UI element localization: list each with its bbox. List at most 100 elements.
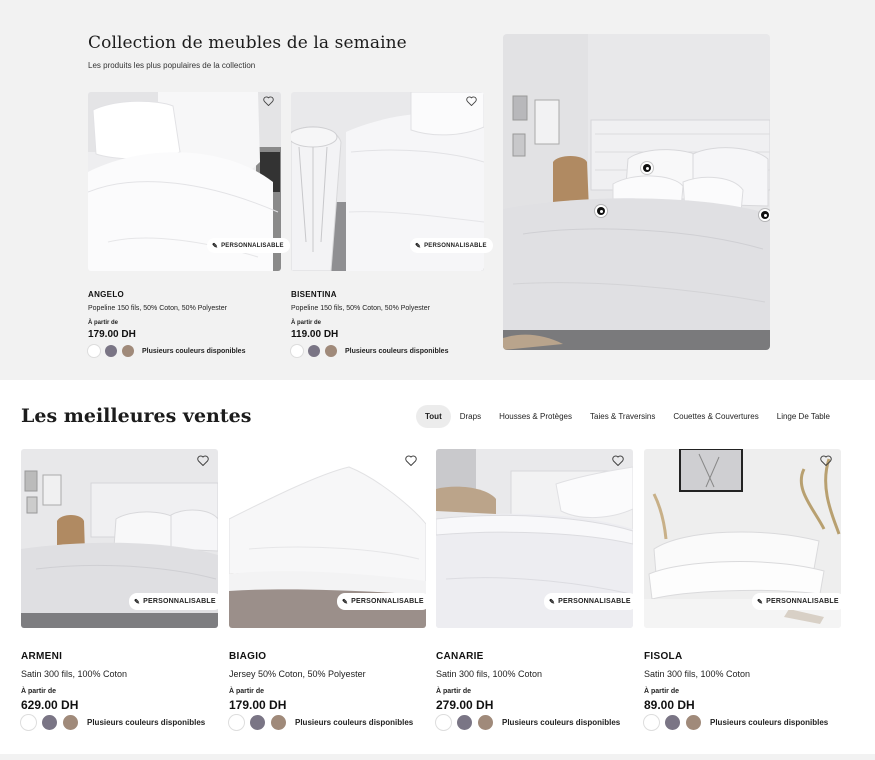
magic-wand-icon: ✎	[212, 242, 219, 250]
color-swatches: Plusieurs couleurs disponibles	[21, 715, 205, 730]
product-card-biagio[interactable]: ✎ PERSONNALISABLE BIAGIO Jersey 50% Coto…	[229, 449, 430, 734]
magic-wand-icon: ✎	[415, 242, 422, 250]
swatch-white[interactable]	[229, 715, 244, 730]
heart-icon[interactable]	[263, 96, 277, 110]
price-from-label: À partir de	[88, 320, 119, 326]
customizable-badge: ✎ PERSONNALISABLE	[337, 593, 430, 610]
bestsellers-section: Les meilleures ventes Tout Draps Housses…	[0, 380, 875, 754]
swatch-white[interactable]	[644, 715, 659, 730]
product-card-fisola[interactable]: ✎ PERSONNALISABLE FISOLA Satin 300 fils,…	[644, 449, 845, 734]
hotspot-dot-icon[interactable]	[595, 205, 607, 217]
featured-title: Collection de meubles de la semaine	[88, 33, 407, 53]
swatch-grey[interactable]	[42, 715, 57, 730]
color-swatches: Plusieurs couleurs disponibles	[644, 715, 828, 730]
product-description: Jersey 50% Coton, 50% Polyester	[229, 669, 366, 679]
product-name[interactable]: ARMENI	[21, 651, 62, 662]
customizable-badge: ✎ PERSONNALISABLE	[544, 593, 637, 610]
price-from-label: À partir de	[644, 688, 680, 695]
product-description: Satin 300 fils, 100% Coton	[21, 669, 128, 679]
swatch-white[interactable]	[291, 345, 303, 357]
tab-draps[interactable]: Draps	[451, 405, 490, 428]
badge-label: PERSONNALISABLE	[558, 598, 631, 605]
product-card-canarie[interactable]: ✎ PERSONNALISABLE CANARIE Satin 300 fils…	[436, 449, 637, 734]
swatch-grey[interactable]	[105, 345, 117, 357]
swatch-grey[interactable]	[308, 345, 320, 357]
swatch-grey[interactable]	[457, 715, 472, 730]
swatch-taupe[interactable]	[686, 715, 701, 730]
swatch-grey[interactable]	[250, 715, 265, 730]
product-name[interactable]: CANARIE	[436, 651, 484, 662]
swatch-taupe[interactable]	[325, 345, 337, 357]
tab-tout[interactable]: Tout	[416, 405, 451, 428]
swatch-taupe[interactable]	[478, 715, 493, 730]
product-description: Satin 300 fils, 100% Coton	[436, 669, 543, 679]
product-name[interactable]: BIAGIO	[229, 651, 266, 662]
hotspot-dot-icon[interactable]	[641, 162, 653, 174]
product-description: Popeline 150 fils, 50% Coton, 50% Polyes…	[291, 305, 430, 312]
category-tabs: Tout Draps Housses & Protèges Taies & Tr…	[416, 405, 839, 428]
featured-subtitle: Les produits les plus populaires de la c…	[88, 61, 256, 70]
price-from-label: À partir de	[436, 688, 472, 695]
product-price: 179.00 DH	[229, 698, 287, 712]
colors-available-label: Plusieurs couleurs disponibles	[502, 718, 621, 727]
product-price: 119.00 DH	[291, 329, 339, 340]
heart-icon[interactable]	[612, 455, 626, 469]
product-name[interactable]: BISENTINA	[291, 290, 337, 299]
tab-couettes-couvertures[interactable]: Couettes & Couvertures	[664, 405, 767, 428]
swatch-grey[interactable]	[665, 715, 680, 730]
featured-section: Collection de meubles de la semaine Les …	[0, 0, 875, 380]
colors-available-label: Plusieurs couleurs disponibles	[87, 718, 206, 727]
product-card-armeni[interactable]: ✎ PERSONNALISABLE ARMENI Satin 300 fils,…	[21, 449, 222, 734]
product-description: Satin 300 fils, 100% Coton	[644, 669, 751, 679]
tab-linge-de-table[interactable]: Linge De Table	[768, 405, 839, 428]
section-divider	[0, 754, 875, 760]
product-price: 89.00 DH	[644, 698, 695, 712]
swatch-white[interactable]	[436, 715, 451, 730]
price-from-label: À partir de	[291, 320, 322, 326]
badge-label: PERSONNALISABLE	[424, 242, 487, 249]
product-name[interactable]: ANGELO	[88, 290, 124, 299]
badge-label: PERSONNALISABLE	[221, 242, 284, 249]
magic-wand-icon: ✎	[134, 598, 141, 606]
colors-available-label: Plusieurs couleurs disponibles	[142, 347, 246, 355]
tab-taies-traversins[interactable]: Taies & Traversins	[581, 405, 664, 428]
colors-available-label: Plusieurs couleurs disponibles	[710, 718, 829, 727]
magic-wand-icon: ✎	[549, 598, 556, 606]
product-name[interactable]: FISOLA	[644, 651, 682, 662]
customizable-badge: ✎ PERSONNALISABLE	[207, 238, 290, 253]
colors-available-label: Plusieurs couleurs disponibles	[345, 347, 449, 355]
product-price: 279.00 DH	[436, 698, 494, 712]
color-swatches: Plusieurs couleurs disponibles	[436, 715, 620, 730]
heart-icon[interactable]	[197, 455, 211, 469]
swatch-taupe[interactable]	[271, 715, 286, 730]
color-swatches: Plusieurs couleurs disponibles	[291, 345, 448, 357]
product-card-angelo[interactable]: ✎ PERSONNALISABLE ANGELO Popeline 150 fi…	[88, 92, 290, 362]
swatch-taupe[interactable]	[63, 715, 78, 730]
heart-icon[interactable]	[405, 455, 419, 469]
product-price: 629.00 DH	[21, 698, 79, 712]
customizable-badge: ✎ PERSONNALISABLE	[410, 238, 493, 253]
price-from-label: À partir de	[21, 688, 57, 695]
magic-wand-icon: ✎	[342, 598, 349, 606]
swatch-taupe[interactable]	[122, 345, 134, 357]
heart-icon[interactable]	[820, 455, 834, 469]
hotspot-dot-icon[interactable]	[759, 209, 770, 221]
bestsellers-title: Les meilleures ventes	[21, 405, 252, 427]
badge-label: PERSONNALISABLE	[766, 598, 839, 605]
product-card-bisentina[interactable]: ✎ PERSONNALISABLE BISENTINA Popeline 150…	[291, 92, 493, 362]
product-description: Popeline 150 fils, 50% Coton, 50% Polyes…	[88, 305, 227, 312]
product-price: 179.00 DH	[88, 329, 136, 340]
color-swatches: Plusieurs couleurs disponibles	[88, 345, 245, 357]
color-swatches: Plusieurs couleurs disponibles	[229, 715, 413, 730]
swatch-white[interactable]	[88, 345, 100, 357]
customizable-badge: ✎ PERSONNALISABLE	[129, 593, 222, 610]
badge-label: PERSONNALISABLE	[143, 598, 216, 605]
badge-label: PERSONNALISABLE	[351, 598, 424, 605]
price-from-label: À partir de	[229, 688, 265, 695]
magic-wand-icon: ✎	[757, 598, 764, 606]
heart-icon[interactable]	[466, 96, 480, 110]
colors-available-label: Plusieurs couleurs disponibles	[295, 718, 414, 727]
swatch-white[interactable]	[21, 715, 36, 730]
tab-housses-proteges[interactable]: Housses & Protèges	[490, 405, 581, 428]
featured-room-image	[503, 34, 770, 350]
